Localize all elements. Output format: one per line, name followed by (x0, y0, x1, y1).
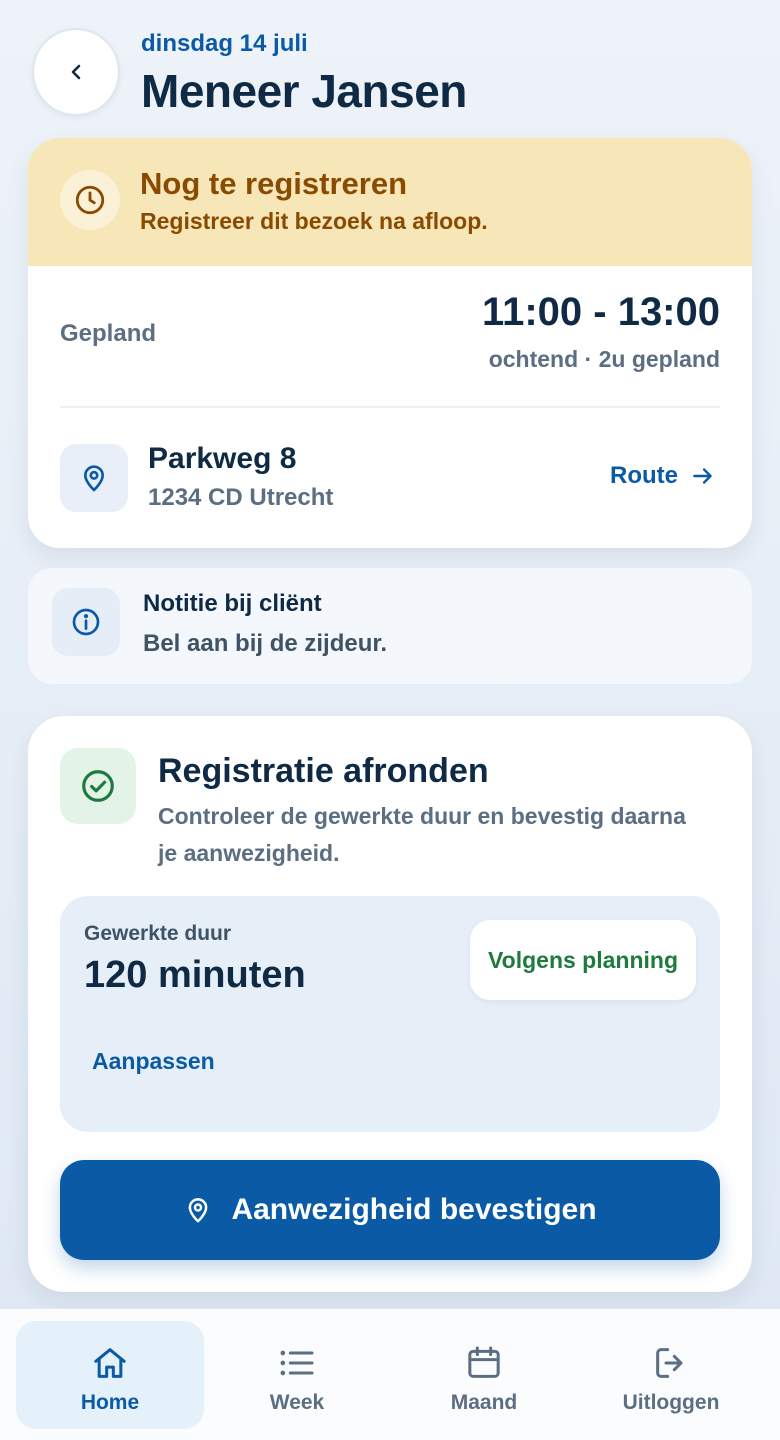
registration-description: Controleer de gewerkte duur en bevestig … (158, 803, 686, 866)
route-link[interactable]: Route (610, 462, 716, 490)
location-pin-icon (189, 1198, 208, 1223)
location-pin-icon (60, 444, 128, 512)
status-alert-title: Nog te registreren (140, 166, 408, 201)
nav-label-month: Maand (450, 1391, 518, 1414)
calendar-icon (468, 1346, 500, 1378)
route-label: Route (610, 462, 678, 489)
nav-item-month[interactable]: Maand (390, 1321, 578, 1429)
duration-value: 120 minuten (84, 954, 306, 996)
back-button[interactable] (32, 28, 120, 116)
page-title: Meneer Jansen (141, 65, 467, 117)
confirm-attendance-button[interactable]: Aanwezigheid bevestigen (60, 1160, 720, 1260)
info-icon (52, 588, 120, 656)
client-note-card: Notitie bij cliënt Bel aan bij de zijdeu… (28, 568, 752, 684)
planned-time-detail: ochtend · 2u gepland (488, 346, 720, 372)
nav-item-home[interactable]: Home (16, 1321, 204, 1429)
arrow-right-icon (693, 468, 712, 484)
adjust-duration-button[interactable]: Aanpassen (92, 1048, 215, 1075)
list-icon (280, 1350, 314, 1376)
plan-status-badge: Volgens planning (470, 920, 696, 1000)
planned-time-range: 11:00 - 13:00 (482, 290, 720, 334)
registration-title: Registratie afronden (158, 752, 489, 790)
nav-item-logout[interactable]: Uitloggen (577, 1321, 765, 1429)
nav-label-logout: Uitloggen (622, 1391, 720, 1414)
status-alert: Nog te registreren Registreer dit bezoek… (28, 138, 752, 266)
note-text: Bel aan bij de zijdeur. (143, 630, 388, 657)
planned-label: Gepland (60, 320, 157, 347)
address-city: 1234 CD Utrecht (148, 484, 334, 511)
nav-label-home: Home (80, 1391, 140, 1414)
visit-card: Nog te registreren Registreer dit bezoek… (28, 138, 752, 548)
registration-card: Registratie afronden Controleer de gewer… (28, 716, 752, 1292)
visit-date: dinsdag 14 juli (141, 30, 308, 57)
divider (60, 406, 720, 408)
duration-label: Gewerkte duur (84, 922, 232, 945)
chevron-left-icon (71, 64, 81, 80)
note-title: Notitie bij cliënt (143, 590, 322, 617)
check-circle-icon (60, 748, 136, 824)
worked-duration-panel: Gewerkte duur 120 minuten Volgens planni… (60, 896, 720, 1132)
nav-item-week[interactable]: Week (203, 1321, 391, 1429)
nav-label-week: Week (269, 1391, 325, 1414)
status-alert-subtitle: Registreer dit bezoek na afloop. (140, 208, 488, 234)
bottom-navigation: Home Week Maand Uitloggen (0, 1308, 780, 1440)
home-icon (94, 1348, 126, 1378)
confirm-attendance-label: Aanwezigheid bevestigen (231, 1193, 597, 1226)
clock-icon (60, 170, 120, 230)
address-street: Parkweg 8 (148, 442, 297, 475)
logout-icon (656, 1348, 683, 1378)
